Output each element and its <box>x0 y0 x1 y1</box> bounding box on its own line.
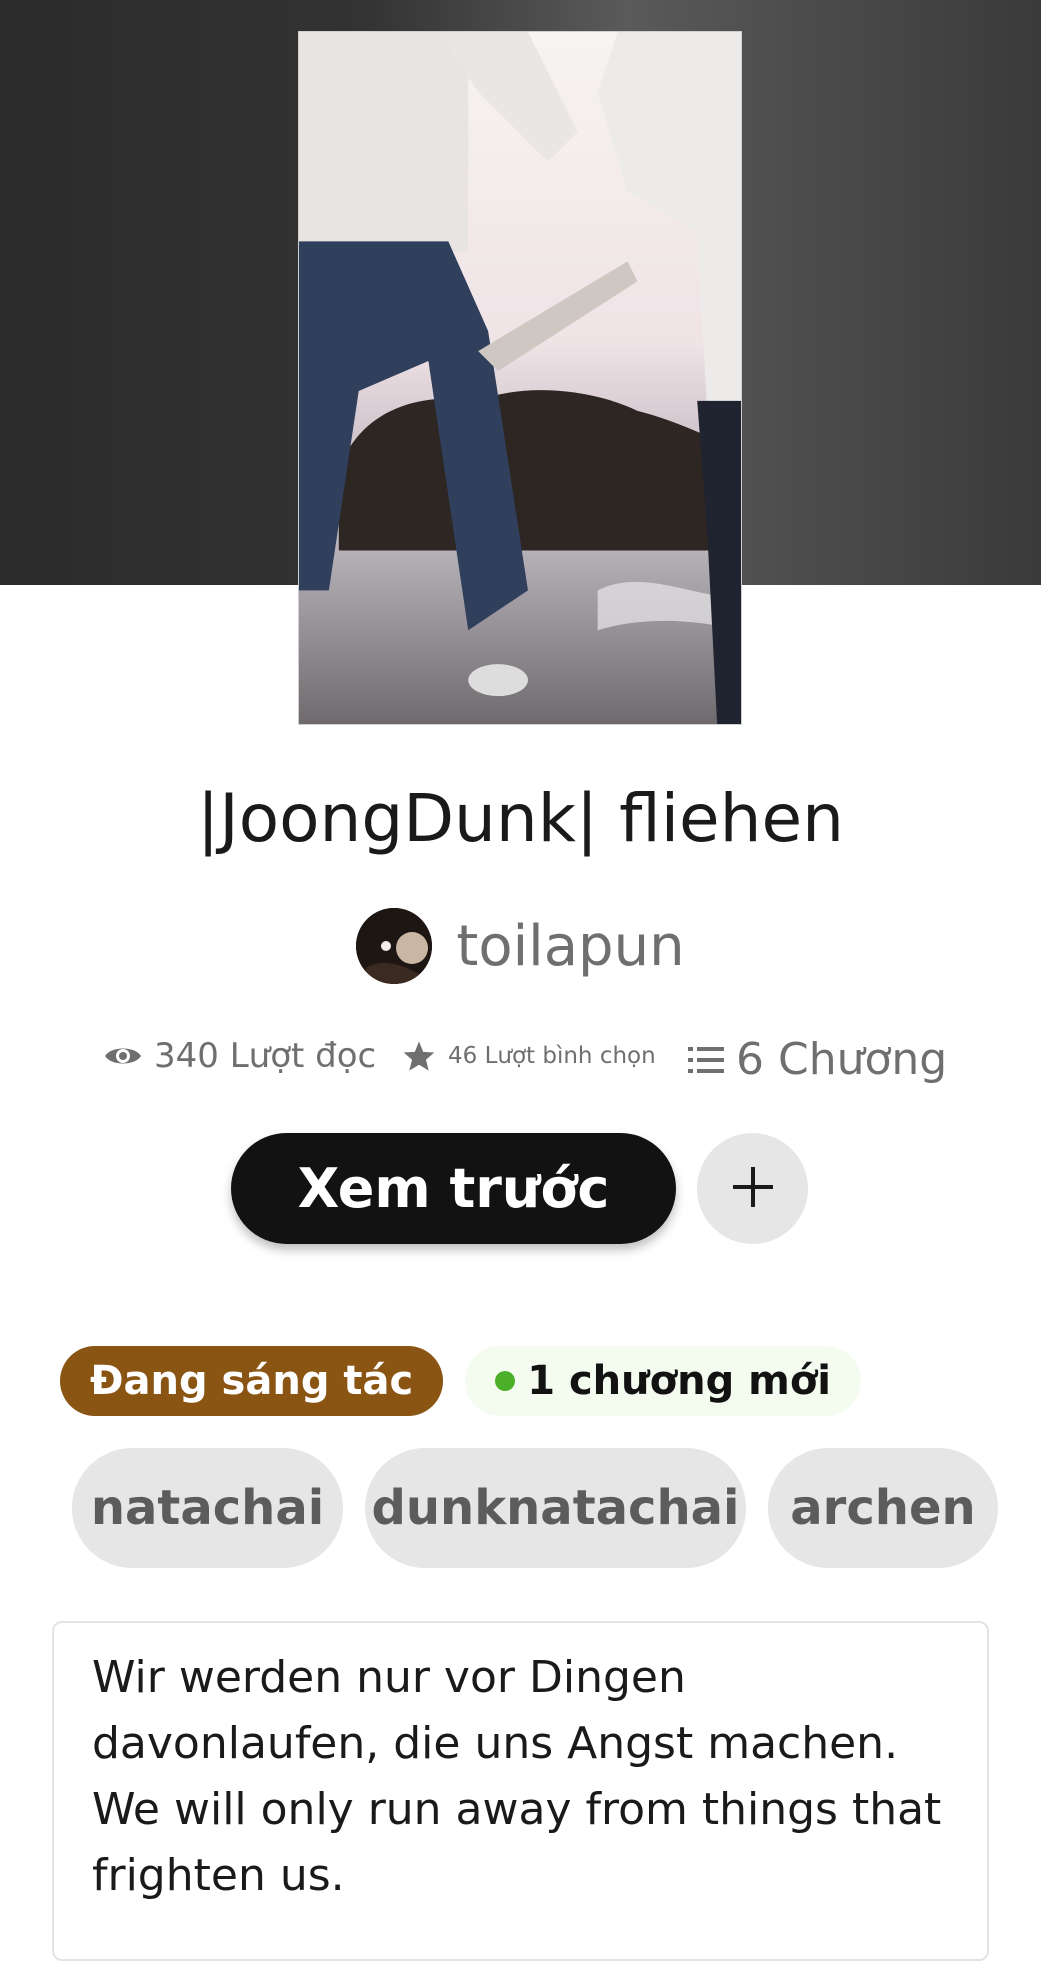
votes-stat: 46 Lượt bình chọn <box>402 1040 656 1072</box>
list-icon <box>688 1044 724 1076</box>
description-line: Wir werden nur vor Dingen <box>92 1652 686 1703</box>
new-parts-badge: 1 chương mới <box>465 1346 862 1416</box>
reads-count: 340 Lượt đọc <box>154 1036 377 1076</box>
status-badge: Đang sáng tác <box>60 1346 444 1416</box>
new-parts-label: 1 chương mới <box>527 1358 832 1404</box>
tag-chip[interactable]: archen <box>768 1448 998 1568</box>
story-stats: 340 Lượt đọc 46 Lượt bình chọn 6 Chương <box>0 1030 1041 1100</box>
author-row[interactable]: toilapun <box>0 908 1041 984</box>
description-line: We will only run away from things that <box>92 1784 942 1835</box>
cover-illustration <box>299 32 741 724</box>
parts-stat[interactable]: 6 Chương <box>688 1034 947 1085</box>
description-line: frighten us. <box>92 1850 345 1901</box>
add-to-library-button[interactable] <box>697 1133 808 1244</box>
parts-count: 6 Chương <box>736 1034 948 1085</box>
author-name[interactable]: toilapun <box>456 914 684 979</box>
avatar-image <box>356 908 433 984</box>
preview-button[interactable]: Xem trước <box>231 1133 676 1244</box>
eye-icon <box>104 1043 142 1069</box>
status-badges: Đang sáng tác 1 chương mới <box>60 1346 862 1416</box>
new-indicator-dot <box>495 1371 516 1391</box>
tag-chip[interactable]: natachai <box>72 1448 343 1568</box>
plus-icon <box>731 1165 775 1212</box>
tag-list: natachai dunknatachai archen <box>72 1448 998 1568</box>
star-icon <box>402 1040 436 1072</box>
story-cover-image[interactable] <box>298 31 742 725</box>
reads-stat: 340 Lượt đọc <box>104 1036 376 1076</box>
story-description: Wir werden nur vor Dingen davonlaufen, d… <box>52 1621 989 1961</box>
story-title: |JoongDunk| fliehen <box>197 780 844 857</box>
description-line: davonlaufen, die uns Angst machen. <box>92 1718 899 1769</box>
votes-count: 46 Lượt bình chọn <box>448 1043 656 1069</box>
tag-chip[interactable]: dunknatachai <box>365 1448 746 1568</box>
author-avatar[interactable] <box>356 908 433 984</box>
